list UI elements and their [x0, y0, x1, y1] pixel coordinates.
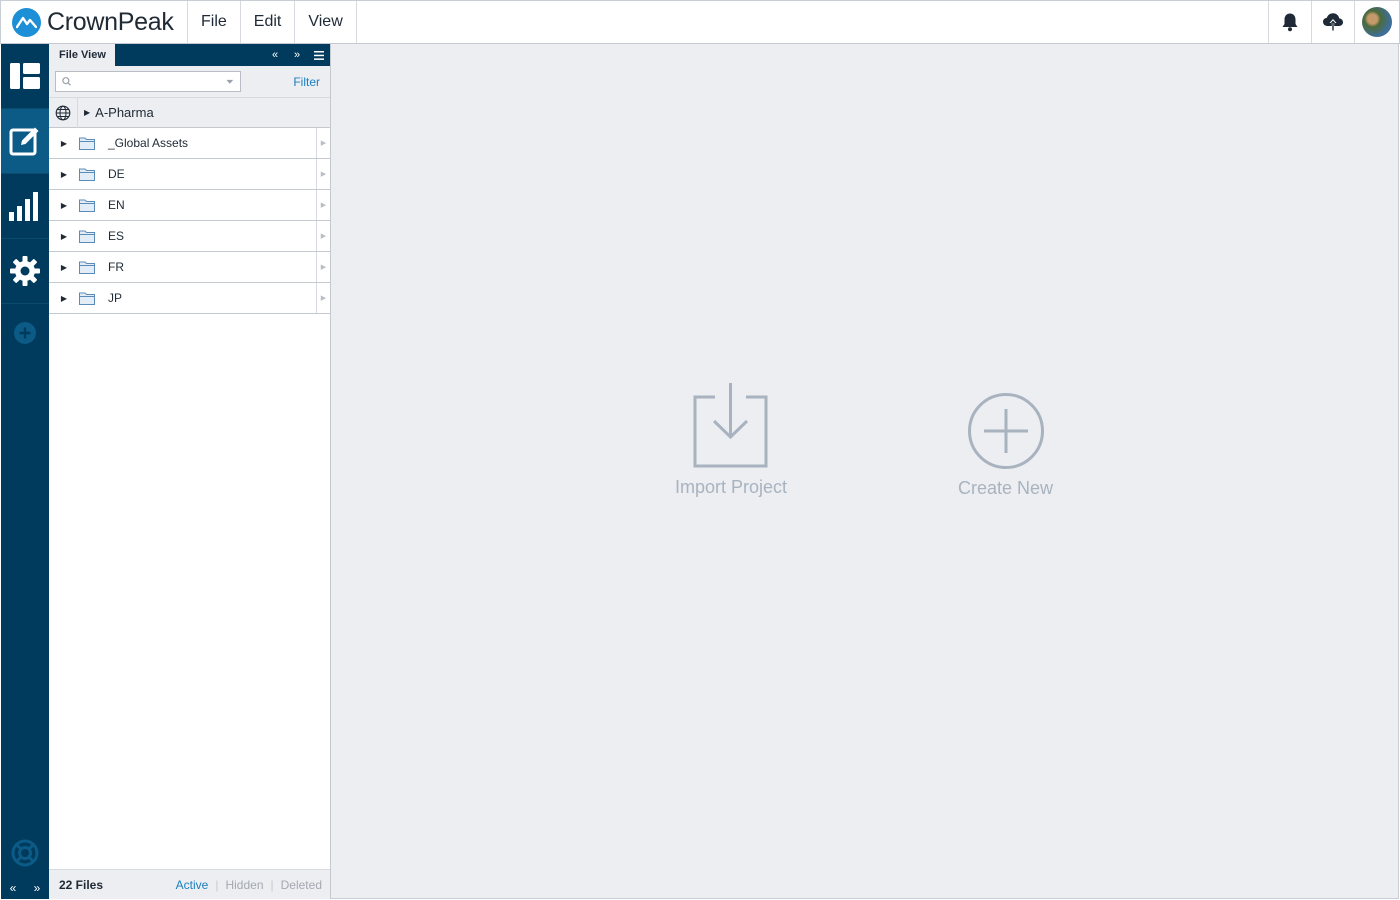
search-icon [62, 77, 71, 86]
hamburger-menu-icon [314, 50, 324, 60]
expand-arrow-icon[interactable]: ▶ [49, 232, 77, 241]
row-options-button[interactable]: ▶ [316, 159, 330, 189]
help-lifebuoy-icon [11, 839, 39, 867]
expand-right-icon[interactable]: » [34, 881, 41, 895]
folder-icon [79, 292, 95, 305]
folder-label[interactable]: FR [108, 260, 124, 274]
user-menu[interactable] [1354, 1, 1399, 43]
row-options-button[interactable]: ▶ [316, 128, 330, 158]
nav-dashboard[interactable] [1, 44, 49, 109]
row-options-button[interactable]: ▶ [316, 190, 330, 220]
import-project-label: Import Project [675, 477, 788, 497]
panel-header: File View « » [49, 44, 330, 66]
expand-arrow-icon[interactable]: ▶ [49, 170, 77, 179]
divider: | [215, 877, 219, 892]
tree-row[interactable]: ▶ FR ▶ [49, 252, 330, 283]
panel-footer: 22 Files Active | Hidden | Deleted [49, 869, 330, 899]
site-globe-button[interactable] [49, 97, 78, 128]
menu-file[interactable]: File [188, 1, 241, 43]
double-chevron-left-icon: « [271, 49, 279, 61]
plus-circle-icon [967, 393, 1044, 469]
search-row: Filter [49, 66, 330, 98]
chevron-down-icon[interactable] [226, 79, 234, 85]
expand-arrow-icon[interactable]: ▶ [49, 139, 77, 148]
tab-file-view[interactable]: File View [49, 44, 115, 66]
bell-icon [1282, 13, 1298, 32]
panel-collapse-button[interactable]: « [264, 44, 286, 66]
folder-icon [79, 261, 95, 274]
expand-arrow-icon[interactable]: ▶ [49, 294, 77, 303]
settings-icon [10, 256, 40, 286]
row-options-button[interactable]: ▶ [316, 283, 330, 313]
publish-button[interactable] [1311, 1, 1354, 43]
folder-label[interactable]: EN [108, 198, 125, 212]
folder-label[interactable]: JP [108, 291, 122, 305]
root-folder-label[interactable]: A-Pharma [95, 105, 154, 120]
file-view-panel: File View « » Filter ▶ A-Pharma ▶ _Globa… [49, 44, 331, 899]
import-project-button[interactable]: Import Project [675, 381, 787, 498]
folder-icon [79, 230, 95, 243]
filter-hidden-link[interactable]: Hidden [225, 878, 263, 892]
folder-label[interactable]: DE [108, 167, 125, 181]
expand-arrow-icon[interactable]: ▶ [84, 108, 90, 117]
import-icon [693, 383, 768, 468]
menu-view[interactable]: View [295, 1, 357, 43]
folder-label[interactable]: ES [108, 229, 124, 243]
globe-icon [55, 105, 71, 120]
tree-row[interactable]: ▶ JP ▶ [49, 283, 330, 314]
user-avatar [1362, 7, 1392, 37]
nav-reports[interactable] [1, 174, 49, 239]
crownpeak-logo-icon [12, 7, 41, 37]
filter-button[interactable]: Filter [293, 75, 320, 89]
brand-name: CrownPeak [47, 7, 174, 36]
main-content: Import Project Create New [331, 44, 1399, 899]
edit-icon [9, 127, 39, 156]
nav-collapse-controls: « » [1, 876, 49, 899]
crownpeak-logo[interactable]: CrownPeak [1, 1, 188, 43]
panel-menu-button[interactable] [308, 44, 330, 66]
dashboard-icon [10, 63, 40, 89]
tree-row[interactable]: ▶ DE ▶ [49, 159, 330, 190]
reports-icon [9, 192, 38, 221]
cloud-upload-icon [1323, 13, 1343, 31]
file-count: 22 Files [59, 877, 104, 892]
expand-arrow-icon[interactable]: ▶ [49, 201, 77, 210]
filter-deleted-link[interactable]: Deleted [281, 878, 322, 892]
nav-settings[interactable] [1, 239, 49, 304]
top-bar: CrownPeak File Edit View [0, 0, 1400, 44]
left-nav: « » [1, 44, 49, 899]
nav-add[interactable] [1, 304, 49, 362]
help-button[interactable] [1, 834, 49, 872]
notifications-button[interactable] [1268, 1, 1311, 43]
tree-root-row[interactable]: ▶ A-Pharma [49, 97, 330, 128]
search-input[interactable] [71, 74, 227, 89]
panel-expand-button[interactable]: » [286, 44, 308, 66]
divider: | [270, 877, 274, 892]
row-options-button[interactable]: ▶ [316, 252, 330, 282]
folder-icon [79, 137, 95, 150]
file-status-filters: Active | Hidden | Deleted [176, 878, 322, 892]
folder-icon [79, 199, 95, 212]
create-new-button[interactable]: Create New [958, 392, 1053, 499]
tree-row[interactable]: ▶ EN ▶ [49, 190, 330, 221]
double-chevron-right-icon: » [293, 49, 301, 61]
filter-active-link[interactable]: Active [176, 878, 209, 892]
collapse-left-icon[interactable]: « [10, 881, 17, 895]
folder-icon [79, 168, 95, 181]
tree-row[interactable]: ▶ _Global Assets ▶ [49, 128, 330, 159]
row-options-button[interactable]: ▶ [316, 221, 330, 251]
tree-row[interactable]: ▶ ES ▶ [49, 221, 330, 252]
add-icon [14, 322, 36, 344]
nav-edit[interactable] [1, 109, 49, 174]
search-box[interactable] [55, 71, 241, 92]
folder-label[interactable]: _Global Assets [108, 136, 188, 150]
expand-arrow-icon[interactable]: ▶ [49, 263, 77, 272]
create-new-label: Create New [958, 478, 1054, 498]
menu-edit[interactable]: Edit [241, 1, 296, 43]
